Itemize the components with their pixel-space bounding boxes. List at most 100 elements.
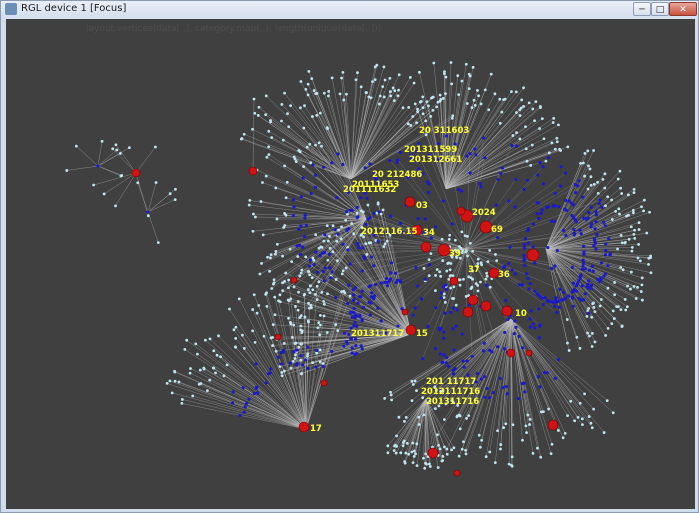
mid-node	[517, 283, 522, 287]
mid-node	[416, 284, 420, 288]
leaf-node	[302, 126, 306, 130]
mid-node	[553, 300, 557, 304]
leaf-node	[637, 221, 641, 225]
mid-node	[589, 225, 593, 229]
leaf-node	[476, 89, 479, 92]
minimize-button[interactable]: ─	[633, 2, 651, 16]
leaf-node	[411, 115, 415, 118]
mid-node	[557, 205, 561, 209]
leaf-node	[228, 307, 231, 311]
mid-node	[254, 386, 258, 391]
node-label: 201311716	[426, 397, 479, 407]
leaf-node	[458, 283, 462, 287]
mid-node	[590, 222, 594, 226]
mid-node	[581, 298, 586, 302]
mid-node	[451, 327, 455, 331]
leaf-node	[199, 382, 203, 385]
leaf-node	[549, 452, 553, 456]
leaf-node	[293, 157, 297, 161]
mid-node	[513, 272, 517, 276]
mid-node	[355, 205, 359, 210]
leaf-node	[583, 151, 587, 155]
mid-node	[342, 331, 347, 335]
graph-edge	[218, 335, 307, 430]
mid-node	[504, 385, 509, 389]
leaf-node	[335, 239, 339, 243]
leaf-node	[292, 285, 296, 289]
mid-node	[553, 191, 557, 196]
mid-node	[307, 264, 312, 268]
leaf-node	[340, 272, 344, 276]
close-button[interactable]: ✕	[669, 2, 697, 16]
leaf-node	[443, 445, 446, 449]
mid-node	[348, 311, 352, 315]
mid-node	[416, 217, 420, 221]
leaf-node	[616, 177, 620, 181]
leaf-node	[453, 238, 457, 242]
leaf-node	[269, 253, 273, 257]
leaf-node	[510, 464, 514, 468]
node-label: 37	[468, 265, 480, 275]
leaf-node	[458, 245, 461, 248]
mid-node	[586, 311, 591, 315]
rgl-canvas[interactable]: layout.vertices(data[..], category.map(.…	[6, 19, 695, 509]
mid-node	[345, 209, 349, 214]
mid-node	[426, 324, 430, 328]
leaf-node	[326, 258, 330, 262]
leaf-node	[606, 195, 610, 199]
leaf-node	[275, 242, 279, 246]
leaf-node	[430, 96, 433, 100]
leaf-node	[623, 297, 627, 301]
graph-edge	[189, 372, 307, 430]
mid-node	[243, 405, 247, 409]
leaf-node	[318, 323, 322, 327]
leaf-node	[463, 234, 467, 238]
leaf-node	[281, 138, 285, 142]
leaf-node	[288, 247, 292, 251]
leaf-node	[484, 277, 488, 281]
leaf-node	[383, 78, 387, 82]
leaf-node	[312, 89, 316, 92]
mid-node	[359, 196, 363, 200]
mid-node	[341, 162, 345, 167]
graph-edge	[97, 153, 121, 167]
leaf-node	[334, 278, 338, 281]
leaf-node	[173, 369, 177, 373]
leaf-node	[168, 192, 172, 196]
maximize-button[interactable]: □	[651, 2, 669, 16]
mid-node	[460, 189, 464, 193]
leaf-node	[648, 210, 651, 214]
leaf-node	[373, 78, 377, 82]
leaf-node	[314, 233, 318, 237]
mid-node	[598, 280, 602, 284]
mid-node	[350, 315, 355, 319]
leaf-node	[308, 142, 312, 146]
leaf-node	[338, 92, 342, 96]
leaf-node	[488, 285, 492, 289]
leaf-node	[297, 345, 301, 349]
leaf-node	[485, 274, 489, 278]
graph-edge	[252, 129, 352, 180]
leaf-node	[287, 316, 290, 320]
leaf-node	[300, 372, 303, 376]
title-bar[interactable]: RGL device 1 [Focus] ─ □ ✕	[1, 1, 698, 19]
leaf-node	[476, 283, 479, 287]
mid-node	[276, 355, 280, 359]
leaf-node	[180, 401, 184, 405]
mid-node	[433, 346, 438, 351]
leaf-node	[551, 121, 555, 124]
leaf-node	[592, 306, 596, 309]
leaf-node	[593, 340, 597, 344]
leaf-node	[206, 389, 209, 393]
mid-node	[321, 364, 325, 368]
leaf-node	[280, 103, 284, 106]
mid-node	[561, 228, 566, 233]
leaf-node	[173, 198, 177, 202]
leaf-node	[393, 89, 397, 93]
leaf-node	[489, 72, 493, 76]
leaf-node	[274, 349, 278, 353]
mid-node	[395, 278, 399, 282]
leaf-node	[425, 462, 428, 466]
leaf-node	[289, 366, 293, 370]
leaf-node	[304, 88, 308, 91]
